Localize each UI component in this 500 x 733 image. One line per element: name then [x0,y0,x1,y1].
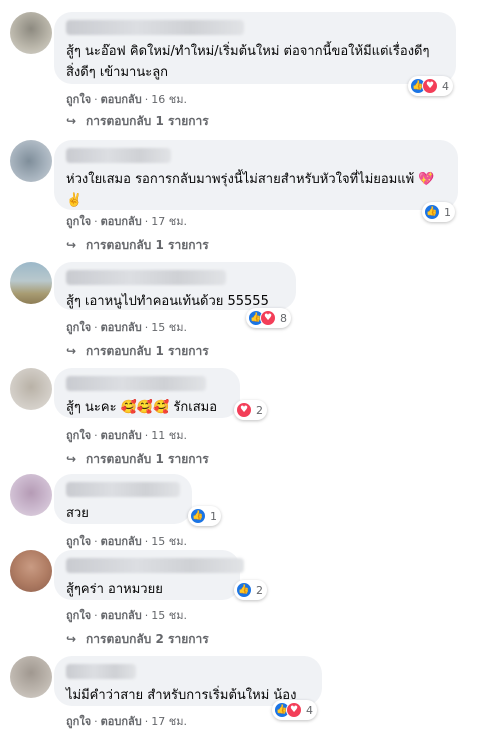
like-icon: 👍 [190,508,206,524]
replies-label: การตอบกลับ 1 รายการ [86,344,209,358]
comment-actions: ถูกใจ · ตอบกลับ · 15 ชม. [66,609,187,622]
replies-label: การตอบกลับ 2 รายการ [86,632,209,646]
avatar[interactable] [10,656,52,698]
love-icon: ♥ [260,310,276,326]
commenter-name[interactable] [66,148,171,163]
reply-link[interactable]: ตอบกลับ [101,609,142,622]
comment-text: สวย [66,506,89,521]
replies-label: การตอบกลับ 1 รายการ [86,114,209,128]
reaction-summary[interactable]: 👍 ♥ 4 [408,76,453,96]
timestamp[interactable]: 16 ชม. [151,93,187,106]
comment-bubble: สวย [54,474,192,524]
reply-link[interactable]: ตอบกลับ [101,715,142,728]
like-link[interactable]: ถูกใจ [66,429,91,442]
comment-text: สู้ๆ นะอ๊อฟ คิดใหม่/ทำใหม่/เริ่มต้นใหม่ … [66,44,430,80]
reaction-summary[interactable]: 👍 1 [188,506,221,526]
reaction-count: 8 [280,311,287,325]
reply-arrow-icon: ↪ [66,632,77,646]
commenter-name[interactable] [66,270,226,285]
like-icon: 👍 [236,582,252,598]
reply-arrow-icon: ↪ [66,452,77,466]
reaction-count: 1 [444,205,451,219]
replies-label: การตอบกลับ 1 รายการ [86,452,209,466]
timestamp[interactable]: 15 ชม. [151,609,187,622]
comment-text: ห่วงใยเสมอ รอการกลับมาพรุ่งนี้ไม่สายสำหร… [66,172,435,208]
reply-arrow-icon: ↪ [66,238,77,252]
like-link[interactable]: ถูกใจ [66,215,91,228]
comment-bubble: สู้ๆ นะคะ 🥰🥰🥰 รักเสมอ [54,368,240,418]
view-replies-link[interactable]: ↪ การตอบกลับ 2 รายการ [66,630,209,649]
like-link[interactable]: ถูกใจ [66,609,91,622]
comment-actions: ถูกใจ · ตอบกลับ · 15 ชม. [66,321,187,334]
timestamp[interactable]: 11 ชม. [151,429,187,442]
avatar[interactable] [10,474,52,516]
reaction-summary[interactable]: 👍 2 [234,580,267,600]
reaction-summary[interactable]: ♥ 2 [234,400,267,420]
comment-bubble: สู้ๆคร่า อาหมวยย [54,550,244,600]
avatar[interactable] [10,140,52,182]
comment-bubble: สู้ๆ นะอ๊อฟ คิดใหม่/ทำใหม่/เริ่มต้นใหม่ … [54,12,456,84]
love-icon: ♥ [286,702,302,718]
reply-arrow-icon: ↪ [66,344,77,358]
reaction-count: 1 [210,509,217,523]
reply-link[interactable]: ตอบกลับ [101,321,142,334]
like-icon: 👍 [424,204,440,220]
love-icon: ♥ [236,402,252,418]
reaction-count: 2 [256,583,263,597]
like-link[interactable]: ถูกใจ [66,321,91,334]
like-link[interactable]: ถูกใจ [66,715,91,728]
timestamp[interactable]: 15 ชม. [151,535,187,548]
comment-text: สู้ๆ นะคะ 🥰🥰🥰 รักเสมอ [66,400,218,415]
reaction-summary[interactable]: 👍 ♥ 4 [272,700,317,720]
reaction-count: 2 [256,403,263,417]
reply-link[interactable]: ตอบกลับ [101,535,142,548]
comment-bubble: สู้ๆ เอาหนูไปทำคอนเท้นด้วย 55555 [54,262,296,310]
view-replies-link[interactable]: ↪ การตอบกลับ 1 รายการ [66,236,209,255]
comment-actions: ถูกใจ · ตอบกลับ · 16 ชม. [66,93,187,106]
commenter-name[interactable] [66,376,206,391]
reaction-summary[interactable]: 👍 1 [422,202,455,222]
timestamp[interactable]: 15 ชม. [151,321,187,334]
comment-actions: ถูกใจ · ตอบกลับ · 11 ชม. [66,429,187,442]
comment-actions: ถูกใจ · ตอบกลับ · 17 ชม. [66,715,187,728]
reply-arrow-icon: ↪ [66,114,77,128]
commenter-name[interactable] [66,482,180,497]
comment-bubble: ไม่มีคำว่าสาย สำหรับการเริ่มต้นใหม่ น้อง [54,656,322,706]
avatar[interactable] [10,12,52,54]
reaction-count: 4 [306,703,313,717]
avatar[interactable] [10,550,52,592]
reaction-count: 4 [442,79,449,93]
commenter-name[interactable] [66,664,136,679]
comment-text: สู้ๆคร่า อาหมวยย [66,582,163,597]
like-link[interactable]: ถูกใจ [66,93,91,106]
avatar[interactable] [10,368,52,410]
comment-bubble: ห่วงใยเสมอ รอการกลับมาพรุ่งนี้ไม่สายสำหร… [54,140,458,210]
timestamp[interactable]: 17 ชม. [151,215,187,228]
view-replies-link[interactable]: ↪ การตอบกลับ 1 รายการ [66,342,209,361]
timestamp[interactable]: 17 ชม. [151,715,187,728]
comment-actions: ถูกใจ · ตอบกลับ · 15 ชม. [66,535,187,548]
view-replies-link[interactable]: ↪ การตอบกลับ 1 รายการ [66,450,209,469]
like-link[interactable]: ถูกใจ [66,535,91,548]
commenter-name[interactable] [66,20,244,35]
avatar[interactable] [10,262,52,304]
reply-link[interactable]: ตอบกลับ [101,215,142,228]
reaction-summary[interactable]: 👍 ♥ 8 [246,308,291,328]
reply-link[interactable]: ตอบกลับ [101,429,142,442]
love-icon: ♥ [422,78,438,94]
reply-link[interactable]: ตอบกลับ [101,93,142,106]
replies-label: การตอบกลับ 1 รายการ [86,238,209,252]
commenter-name[interactable] [66,558,244,573]
view-replies-link[interactable]: ↪ การตอบกลับ 1 รายการ [66,112,209,131]
comment-actions: ถูกใจ · ตอบกลับ · 17 ชม. [66,215,187,228]
